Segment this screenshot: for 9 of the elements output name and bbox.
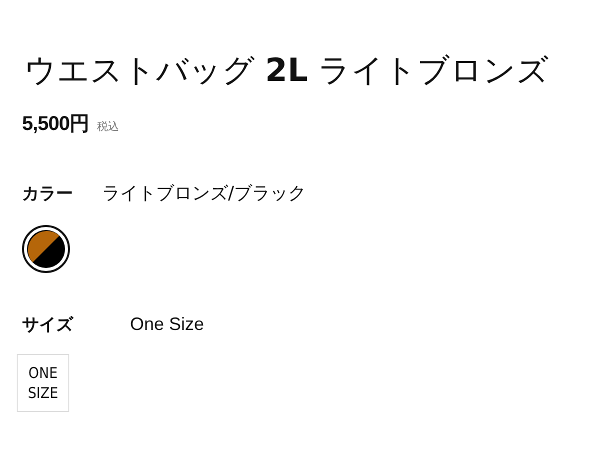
size-value: One Size	[130, 314, 204, 335]
color-value: ライトブロンズ/ブラック	[102, 182, 306, 205]
color-label: カラー	[22, 183, 74, 205]
size-option[interactable]: ONE SIZE	[16, 354, 70, 412]
price: 5,500円	[22, 112, 90, 137]
product-title: ウエストバッグ 2L ライトブロンズ	[23, 50, 550, 91]
size-label: サイズ	[22, 314, 74, 336]
color-swatch[interactable]	[22, 225, 70, 273]
tax-note: 税込	[97, 119, 120, 134]
